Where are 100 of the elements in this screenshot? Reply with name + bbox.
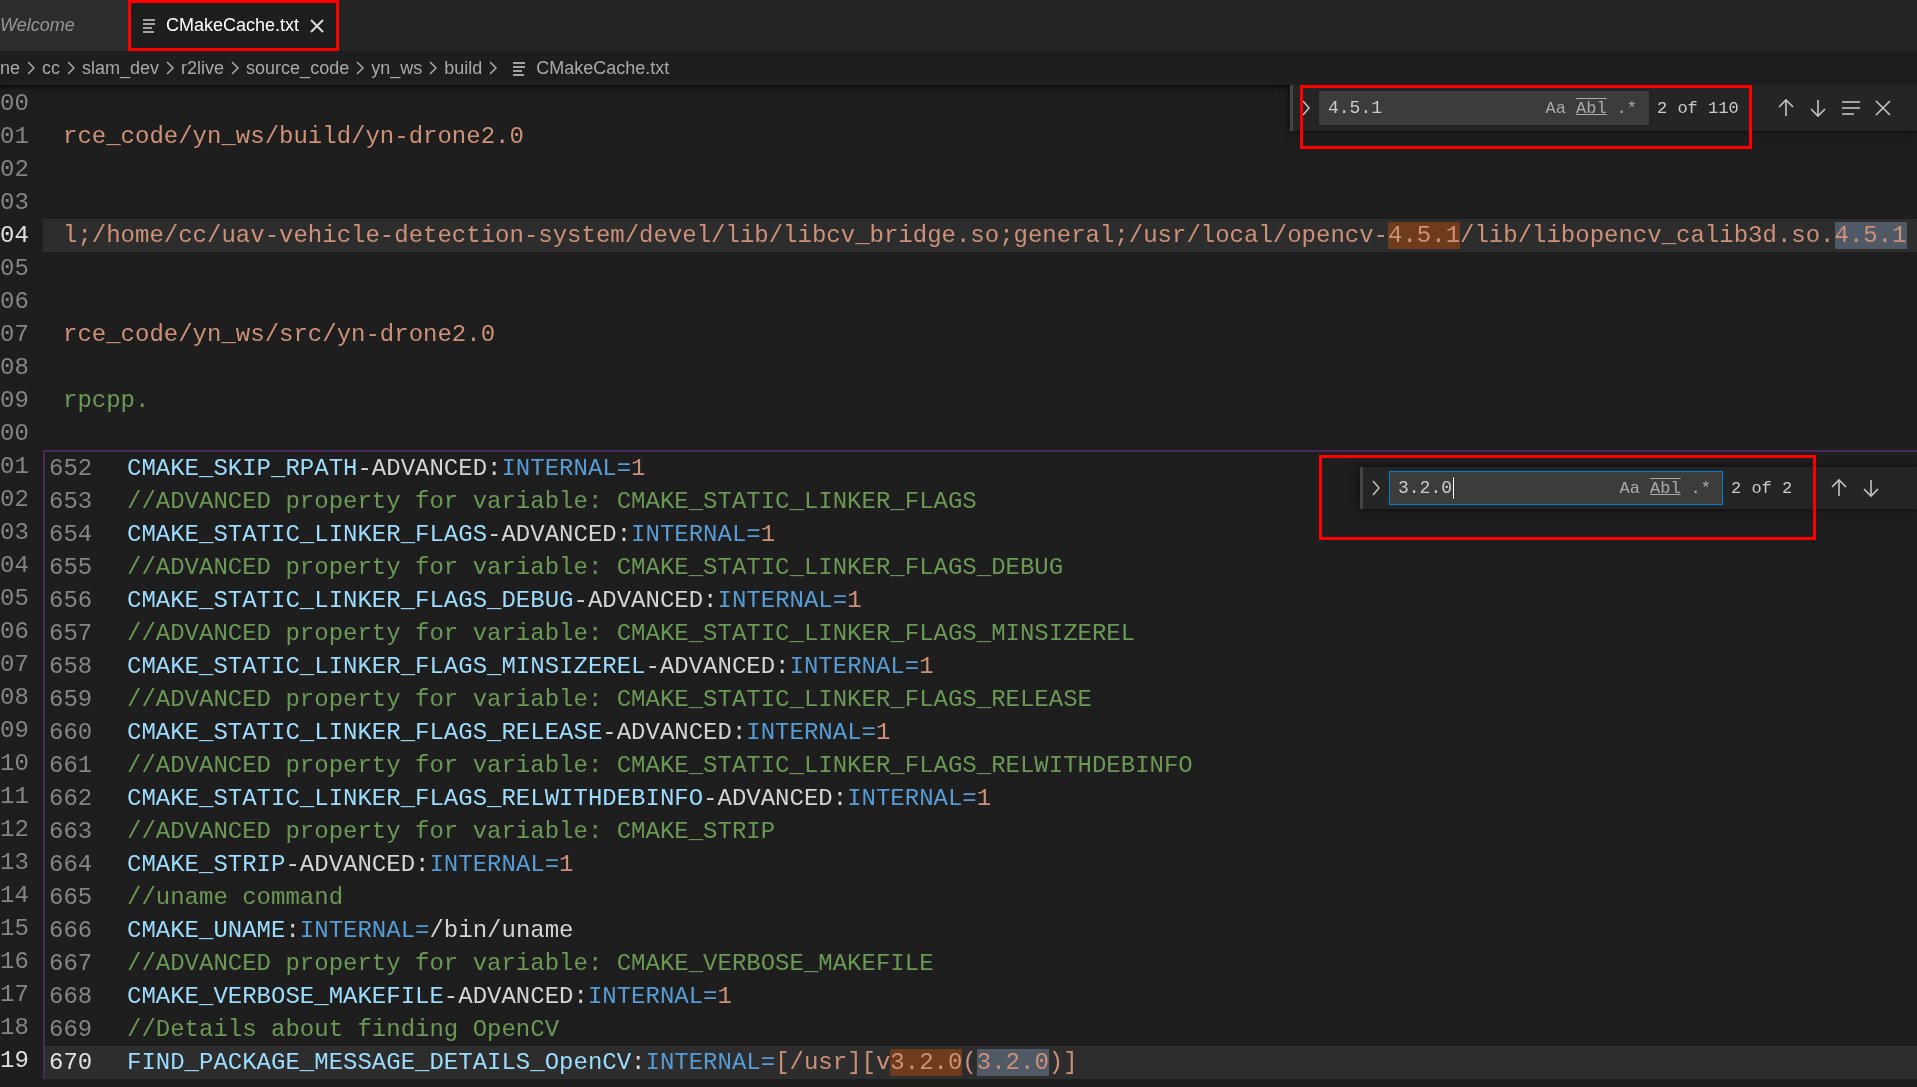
breadcrumb-item[interactable]: source_code — [246, 57, 350, 79]
line-number: 19 — [0, 1046, 30, 1076]
editor-tab[interactable]: Welcome — [0, 0, 128, 51]
code-line: CMAKE_STATIC_LINKER_FLAGS_RELWITHDEBINFO-ADVANCED:INTERNAL=1 — [127, 784, 992, 814]
code-line: //ADVANCED property for variable: CMAKE_VERBOSE_MAKEFILE — [127, 949, 934, 979]
code-line: CMAKE_STATIC_LINKER_FLAGS_MINSIZEREL-ADVANCED:INTERNAL=1 — [127, 652, 934, 682]
chevron-icon — [428, 60, 439, 76]
code-line: CMAKE_UNAME:INTERNAL=/bin/uname — [127, 916, 574, 946]
chevron-icon — [165, 60, 176, 76]
line-number: 04 — [0, 551, 30, 581]
line-number: 02 — [0, 485, 30, 515]
line-number: 01 — [0, 452, 30, 482]
line-number: 667 — [48, 949, 94, 979]
code-line: rpcpp. — [63, 386, 150, 416]
line-number: 655 — [48, 553, 94, 583]
line-number: 10 — [0, 749, 30, 779]
chevron-icon — [26, 60, 37, 76]
line-number: 06 — [0, 617, 30, 647]
code-line: CMAKE_VERBOSE_MAKEFILE-ADVANCED:INTERNAL=1 — [127, 982, 732, 1012]
option-toggle[interactable]: .* — [1611, 98, 1642, 118]
line-number: 12 — [0, 815, 30, 845]
line-number: 00 — [0, 419, 30, 449]
line-number: 05 — [0, 584, 30, 614]
line-number: 03 — [0, 518, 30, 548]
line-number: 15 — [0, 914, 30, 944]
close-icon[interactable] — [309, 17, 326, 34]
line-number: 668 — [48, 982, 94, 1012]
line-number: 02 — [0, 155, 30, 185]
close-icon[interactable] — [1872, 98, 1893, 118]
line-number: 653 — [48, 487, 94, 517]
lines-icon[interactable] — [1840, 98, 1861, 118]
breadcrumb-item[interactable]: ne — [0, 57, 21, 79]
text-file-icon — [142, 17, 156, 34]
code-line: CMAKE_STATIC_LINKER_FLAGS-ADVANCED:INTERNAL=1 — [127, 520, 776, 550]
option-toggle[interactable]: Abl — [1571, 98, 1612, 118]
line-number: 09 — [0, 716, 30, 746]
line-number: 04 — [0, 221, 30, 251]
chevron-icon[interactable] — [1371, 479, 1381, 497]
breadcrumb-item[interactable]: CMakeCache.txt — [536, 57, 670, 79]
search-field[interactable]: 4.5.1 Aa Abl .* — [1319, 91, 1649, 125]
line-number: 657 — [48, 619, 94, 649]
line-number: 662 — [48, 784, 94, 814]
code-line: //ADVANCED property for variable: CMAKE_STRIP — [127, 817, 776, 847]
line-number: 669 — [48, 1015, 94, 1045]
line-number: 665 — [48, 883, 94, 913]
line-number: 654 — [48, 520, 94, 550]
code-line: CMAKE_STRIP-ADVANCED:INTERNAL=1 — [127, 850, 574, 880]
code-line: //ADVANCED property for variable: CMAKE_STATIC_LINKER_FLAGS_DEBUG — [127, 553, 1064, 583]
breadcrumb-item[interactable]: build — [444, 57, 483, 79]
code-line: //Details about finding OpenCV — [127, 1015, 560, 1045]
breadcrumb-item[interactable]: yn_ws — [371, 57, 423, 79]
match-count: 2 of 110 — [1657, 98, 1739, 118]
line-number: 16 — [0, 947, 30, 977]
line-number: 00 — [0, 89, 30, 119]
code-line: CMAKE_STATIC_LINKER_FLAGS_RELEASE-ADVANCED:INTERNAL=1 — [127, 718, 891, 748]
line-number: 06 — [0, 287, 30, 317]
option-toggle[interactable]: Abl — [1645, 478, 1686, 498]
chevron-icon — [355, 60, 366, 76]
line-number: 660 — [48, 718, 94, 748]
breadcrumb-item[interactable]: slam_dev — [82, 57, 160, 79]
code-line: CMAKE_STATIC_LINKER_FLAGS_DEBUG-ADVANCED:INTERNAL=1 — [127, 586, 862, 616]
chevron-icon — [66, 60, 77, 76]
arrow-down-icon[interactable] — [1808, 98, 1829, 118]
search-field[interactable]: 3.2.0 Aa Abl .* — [1389, 471, 1723, 505]
code-line: CMAKE_SKIP_RPATH-ADVANCED:INTERNAL=1 — [127, 454, 646, 484]
breadcrumb-item[interactable]: cc — [42, 57, 61, 79]
breadcrumb-item[interactable]: r2live — [181, 57, 225, 79]
line-number: 652 — [48, 454, 94, 484]
option-toggle[interactable]: .* — [1685, 478, 1716, 498]
option-toggle[interactable]: Aa — [1540, 98, 1571, 118]
line-number: 05 — [0, 254, 30, 284]
line-number: 658 — [48, 652, 94, 682]
line-number: 14 — [0, 881, 30, 911]
text-file-icon — [512, 59, 527, 77]
code-line: rce_code/yn_ws/src/yn-drone2.0 — [63, 320, 496, 350]
line-number: 666 — [48, 916, 94, 946]
chevron-icon[interactable] — [1301, 99, 1311, 117]
line-number: 664 — [48, 850, 94, 880]
line-number: 07 — [0, 650, 30, 680]
line-number: 08 — [0, 353, 30, 383]
line-number: 08 — [0, 683, 30, 713]
code-line: //uname command — [127, 883, 344, 913]
line-number: 670 — [48, 1048, 94, 1078]
code-line: //ADVANCED property for variable: CMAKE_STATIC_LINKER_FLAGS — [127, 487, 977, 517]
code-line: //ADVANCED property for variable: CMAKE_STATIC_LINKER_FLAGS_MINSIZEREL — [127, 619, 1136, 649]
line-number: 663 — [48, 817, 94, 847]
line-number: 03 — [0, 188, 30, 218]
line-number: 07 — [0, 320, 30, 350]
line-number: 17 — [0, 980, 30, 1010]
option-toggle[interactable]: Aa — [1614, 478, 1645, 498]
line-number: 11 — [0, 782, 30, 812]
code-line: FIND_PACKAGE_MESSAGE_DETAILS_OpenCV:INTERNAL=[/usr][v3.2.0(3.2.0)] — [127, 1048, 1078, 1078]
code-line: //ADVANCED property for variable: CMAKE_STATIC_LINKER_FLAGS_RELEASE — [127, 685, 1092, 715]
code-line: l;/home/cc/uav-vehicle-detection-system/devel/lib/libcv_bridge.so;general;/usr/local/opencv-4.5.1/lib/libopencv_calib3d.so.4.5.1 — [63, 221, 1907, 251]
chevron-icon — [488, 60, 499, 76]
line-number: 656 — [48, 586, 94, 616]
code-line: //ADVANCED property for variable: CMAKE_STATIC_LINKER_FLAGS_RELWITHDEBINFO — [127, 751, 1193, 781]
line-number: 01 — [0, 122, 30, 152]
editor-tab[interactable]: CMakeCache.txt — [128, 0, 340, 51]
line-number: 18 — [0, 1013, 30, 1043]
